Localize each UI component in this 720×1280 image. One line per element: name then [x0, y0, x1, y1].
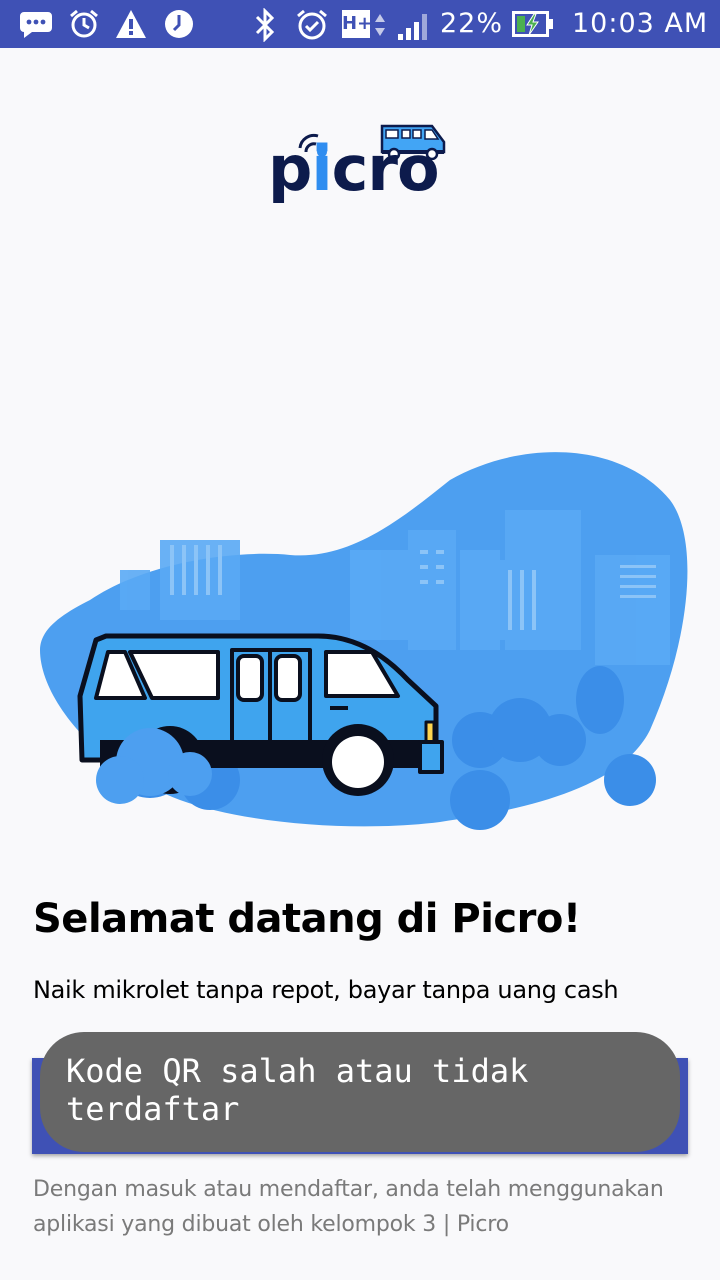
welcome-title: Selamat datang di Picro! — [33, 896, 581, 942]
alarm-icon — [70, 9, 98, 38]
toast-message: Kode QR salah atau tidak terdaftar — [40, 1032, 680, 1152]
bluetooth-icon — [255, 8, 275, 42]
hero-illustration — [40, 452, 688, 830]
logo-wordmark: picro — [268, 138, 440, 200]
alarm-clock-icon — [297, 9, 327, 40]
battery-percent: 22% — [440, 8, 504, 39]
logo-letter-p: p — [268, 132, 312, 205]
logo-letters-rest: cro — [331, 132, 440, 205]
status-bar: H+ 22% 10:03 AM — [0, 0, 720, 48]
battery-charging-icon — [512, 11, 553, 37]
clock-icon — [165, 10, 193, 38]
signal-icon — [398, 14, 427, 40]
data-arrows-icon — [375, 14, 385, 36]
status-clock: 10:03 AM — [572, 8, 709, 39]
messages-icon — [20, 12, 52, 38]
picro-logo: picro — [266, 120, 456, 220]
logo-letter-i: i — [311, 132, 332, 205]
network-type-label: H+ — [342, 13, 373, 34]
network-hplus-icon: H+ — [342, 10, 373, 38]
toast-text: Kode QR salah atau tidak terdaftar — [66, 1052, 529, 1128]
terms-text: Dengan masuk atau mendaftar, anda telah … — [33, 1177, 664, 1237]
welcome-subtitle: Naik mikrolet tanpa repot, bayar tanpa u… — [33, 976, 619, 1004]
warning-icon — [116, 10, 146, 38]
